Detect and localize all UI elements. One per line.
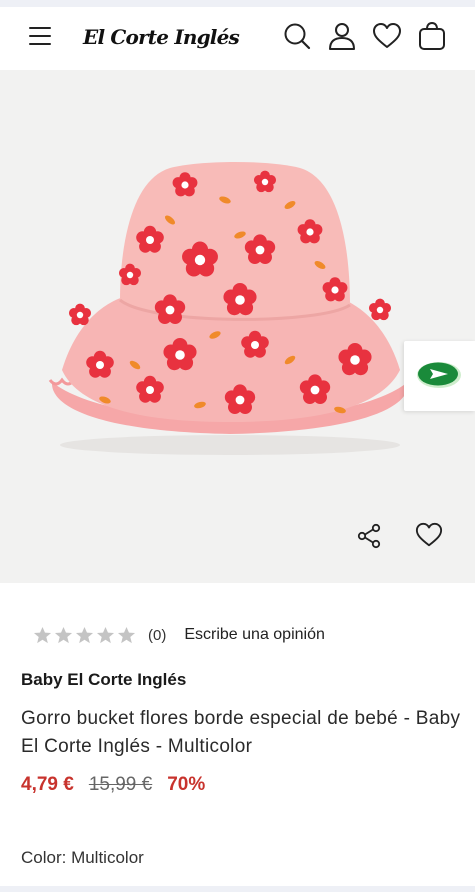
product-image bbox=[48, 162, 409, 455]
star-icon bbox=[54, 626, 73, 643]
bottom-strip bbox=[0, 886, 475, 892]
star-icon bbox=[96, 626, 115, 643]
brand-logo[interactable]: El Corte Inglés bbox=[83, 21, 240, 53]
floating-action-button[interactable] bbox=[404, 341, 475, 411]
star-icon bbox=[33, 626, 52, 643]
menu-icon[interactable] bbox=[29, 25, 53, 47]
site-header: El Corte Inglés bbox=[0, 7, 475, 70]
rating-stars[interactable] bbox=[33, 626, 136, 645]
star-icon bbox=[75, 626, 94, 643]
star-icon bbox=[117, 626, 136, 643]
search-icon[interactable] bbox=[282, 21, 312, 51]
share-icon[interactable] bbox=[355, 522, 383, 550]
wishlist-heart-icon[interactable] bbox=[415, 521, 443, 549]
send-arrow-icon bbox=[417, 362, 461, 388]
rating-row: (0) Escribe una opinión bbox=[33, 624, 325, 646]
user-icon[interactable] bbox=[327, 21, 357, 51]
current-price: 4,79 € bbox=[21, 774, 74, 795]
discount-badge: 70% bbox=[167, 774, 206, 795]
price-row: 4,79 € 15,99 € 70% bbox=[21, 772, 205, 798]
color-label: Color: Multicolor bbox=[21, 848, 144, 867]
review-count: (0) bbox=[148, 626, 167, 644]
heart-icon[interactable] bbox=[372, 21, 402, 51]
write-review-link[interactable]: Escribe una opinión bbox=[184, 626, 325, 644]
product-title: Gorro bucket flores borde especial de be… bbox=[21, 708, 461, 757]
status-strip bbox=[0, 0, 475, 7]
original-price: 15,99 € bbox=[88, 774, 153, 795]
bag-icon[interactable] bbox=[417, 21, 447, 51]
product-brand[interactable]: Baby El Corte Inglés bbox=[21, 670, 186, 690]
product-gallery[interactable] bbox=[0, 70, 475, 583]
